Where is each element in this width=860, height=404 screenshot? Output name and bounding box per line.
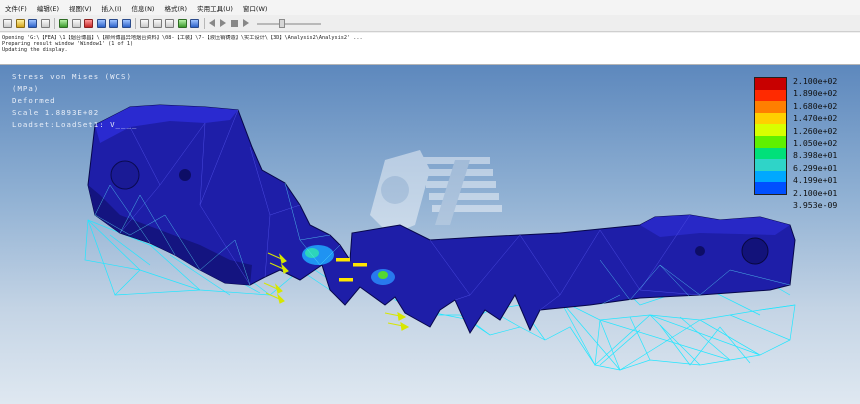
open-icon[interactable] — [15, 18, 25, 28]
legend-value-label: 1.890e+02 — [793, 88, 838, 99]
deformed-label: Deformed — [12, 96, 56, 105]
toolbar-divider — [54, 17, 55, 29]
legend-value-label: 2.100e+02 — [793, 76, 838, 86]
toolbar-divider — [203, 17, 205, 29]
menu-insert[interactable]: 插入(I) — [97, 3, 127, 13]
scale-label: Scale 1.8893E+02 — [12, 108, 100, 117]
legend-value-label: 1.680e+02 — [793, 100, 838, 111]
menu-info[interactable]: 信息(N) — [127, 3, 160, 13]
legend-color-segment — [755, 182, 786, 194]
result-quantity-label: Stress von Mises (WCS) — [12, 72, 132, 81]
layers-icon[interactable] — [190, 18, 199, 28]
slider-track — [256, 22, 321, 25]
menu-bar: 文件(F) 编辑(E) 视图(V) 插入(I) 信息(N) 格式(R) 实用工具… — [0, 0, 860, 15]
legend-value-label: 4.199e+01 — [793, 175, 838, 186]
slider-thumb[interactable] — [278, 18, 285, 28]
legend-value-label: 1.470e+02 — [793, 113, 838, 124]
window-icon[interactable] — [109, 18, 118, 28]
menu-utilities[interactable]: 实用工具(U) — [192, 3, 238, 13]
menu-file[interactable]: 文件(F) — [0, 3, 32, 13]
legend-value-label: 2.100e+01 — [793, 187, 838, 198]
loadset-label: Loadset:LoadSet1: V____ — [12, 120, 138, 129]
menu-format[interactable]: 格式(R) — [159, 3, 192, 13]
legend-color-segment — [755, 147, 786, 160]
play-icon[interactable] — [219, 19, 226, 27]
menu-window[interactable]: 窗口(W) — [238, 3, 273, 13]
message-line: Updating the display. — [2, 47, 68, 54]
print-icon[interactable] — [40, 18, 50, 28]
save-icon[interactable] — [28, 18, 37, 28]
legend-color-segment — [755, 101, 786, 113]
step-icon[interactable] — [242, 19, 249, 27]
legend-value-label: 1.050e+02 — [793, 137, 838, 148]
legend-color-segment — [755, 135, 786, 148]
legend-value-label: 8.398e+01 — [793, 150, 838, 161]
legend-color-bar — [754, 77, 787, 195]
result-info-overlay: Stress von Mises (WCS) (MPa) Deformed Sc… — [12, 71, 137, 131]
toolbar — [0, 15, 860, 32]
stress-color-legend: 2.100e+02 1.890e+02 1.680e+02 1.470e+02 1.26… — [754, 75, 858, 210]
rewind-icon[interactable] — [208, 19, 215, 27]
delete-icon[interactable] — [84, 18, 93, 28]
copy-icon[interactable] — [59, 18, 68, 28]
paste-icon[interactable] — [71, 18, 81, 28]
message-area: Opening 'G:\【FEA】\1【烟台博昌】\【柳州博昌异地烟台资料】\0… — [0, 33, 860, 65]
frame-slider[interactable] — [256, 18, 321, 28]
graphics-viewport[interactable]: Stress von Mises (WCS) (MPa) Deformed Sc… — [0, 65, 860, 404]
legend-color-segment — [755, 170, 786, 183]
toolbar-divider — [135, 17, 136, 29]
refit-icon[interactable] — [165, 18, 174, 28]
legend-value-label: 3.953e-09 — [793, 199, 838, 210]
legend-value-label: 6.299e+01 — [793, 162, 838, 173]
window-icon[interactable] — [96, 18, 106, 28]
result-unit-label: (MPa) — [12, 84, 40, 93]
legend-values: 2.100e+02 1.890e+02 1.680e+02 1.470e+02 1.26… — [793, 75, 837, 211]
zoom-out-icon[interactable] — [152, 18, 162, 28]
legend-color-segment — [755, 159, 786, 171]
stop-icon[interactable] — [230, 19, 238, 27]
menu-edit[interactable]: 编辑(E) — [32, 3, 64, 13]
legend-color-segment — [755, 89, 786, 102]
new-icon[interactable] — [3, 18, 12, 28]
menu-view[interactable]: 视图(V) — [64, 3, 97, 13]
legend-color-segment — [755, 78, 786, 90]
spin-icon[interactable] — [177, 18, 187, 28]
window-icon[interactable] — [121, 18, 131, 28]
legend-value-label: 1.260e+02 — [793, 125, 838, 136]
watermark-logo — [370, 150, 502, 235]
zoom-in-icon[interactable] — [140, 18, 149, 28]
legend-color-segment — [755, 112, 786, 125]
legend-color-segment — [755, 124, 786, 136]
